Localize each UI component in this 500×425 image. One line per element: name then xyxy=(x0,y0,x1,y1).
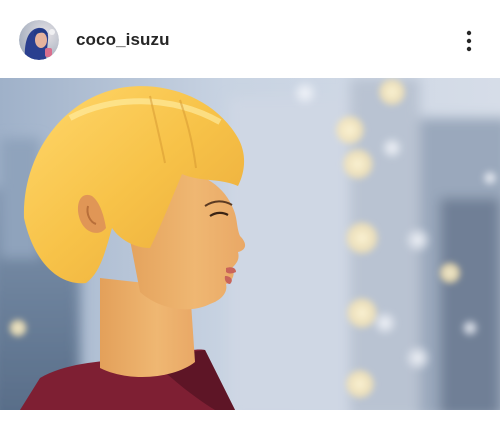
more-vertical-icon xyxy=(466,30,472,52)
photo-image xyxy=(0,78,500,410)
avatar[interactable] xyxy=(19,20,59,60)
post-header: coco_isuzu xyxy=(0,0,500,78)
avatar-photo xyxy=(19,20,59,60)
more-options-button[interactable] xyxy=(458,28,480,54)
post-footer xyxy=(0,410,500,425)
post-photo[interactable] xyxy=(0,78,500,410)
username[interactable]: coco_isuzu xyxy=(76,30,170,50)
